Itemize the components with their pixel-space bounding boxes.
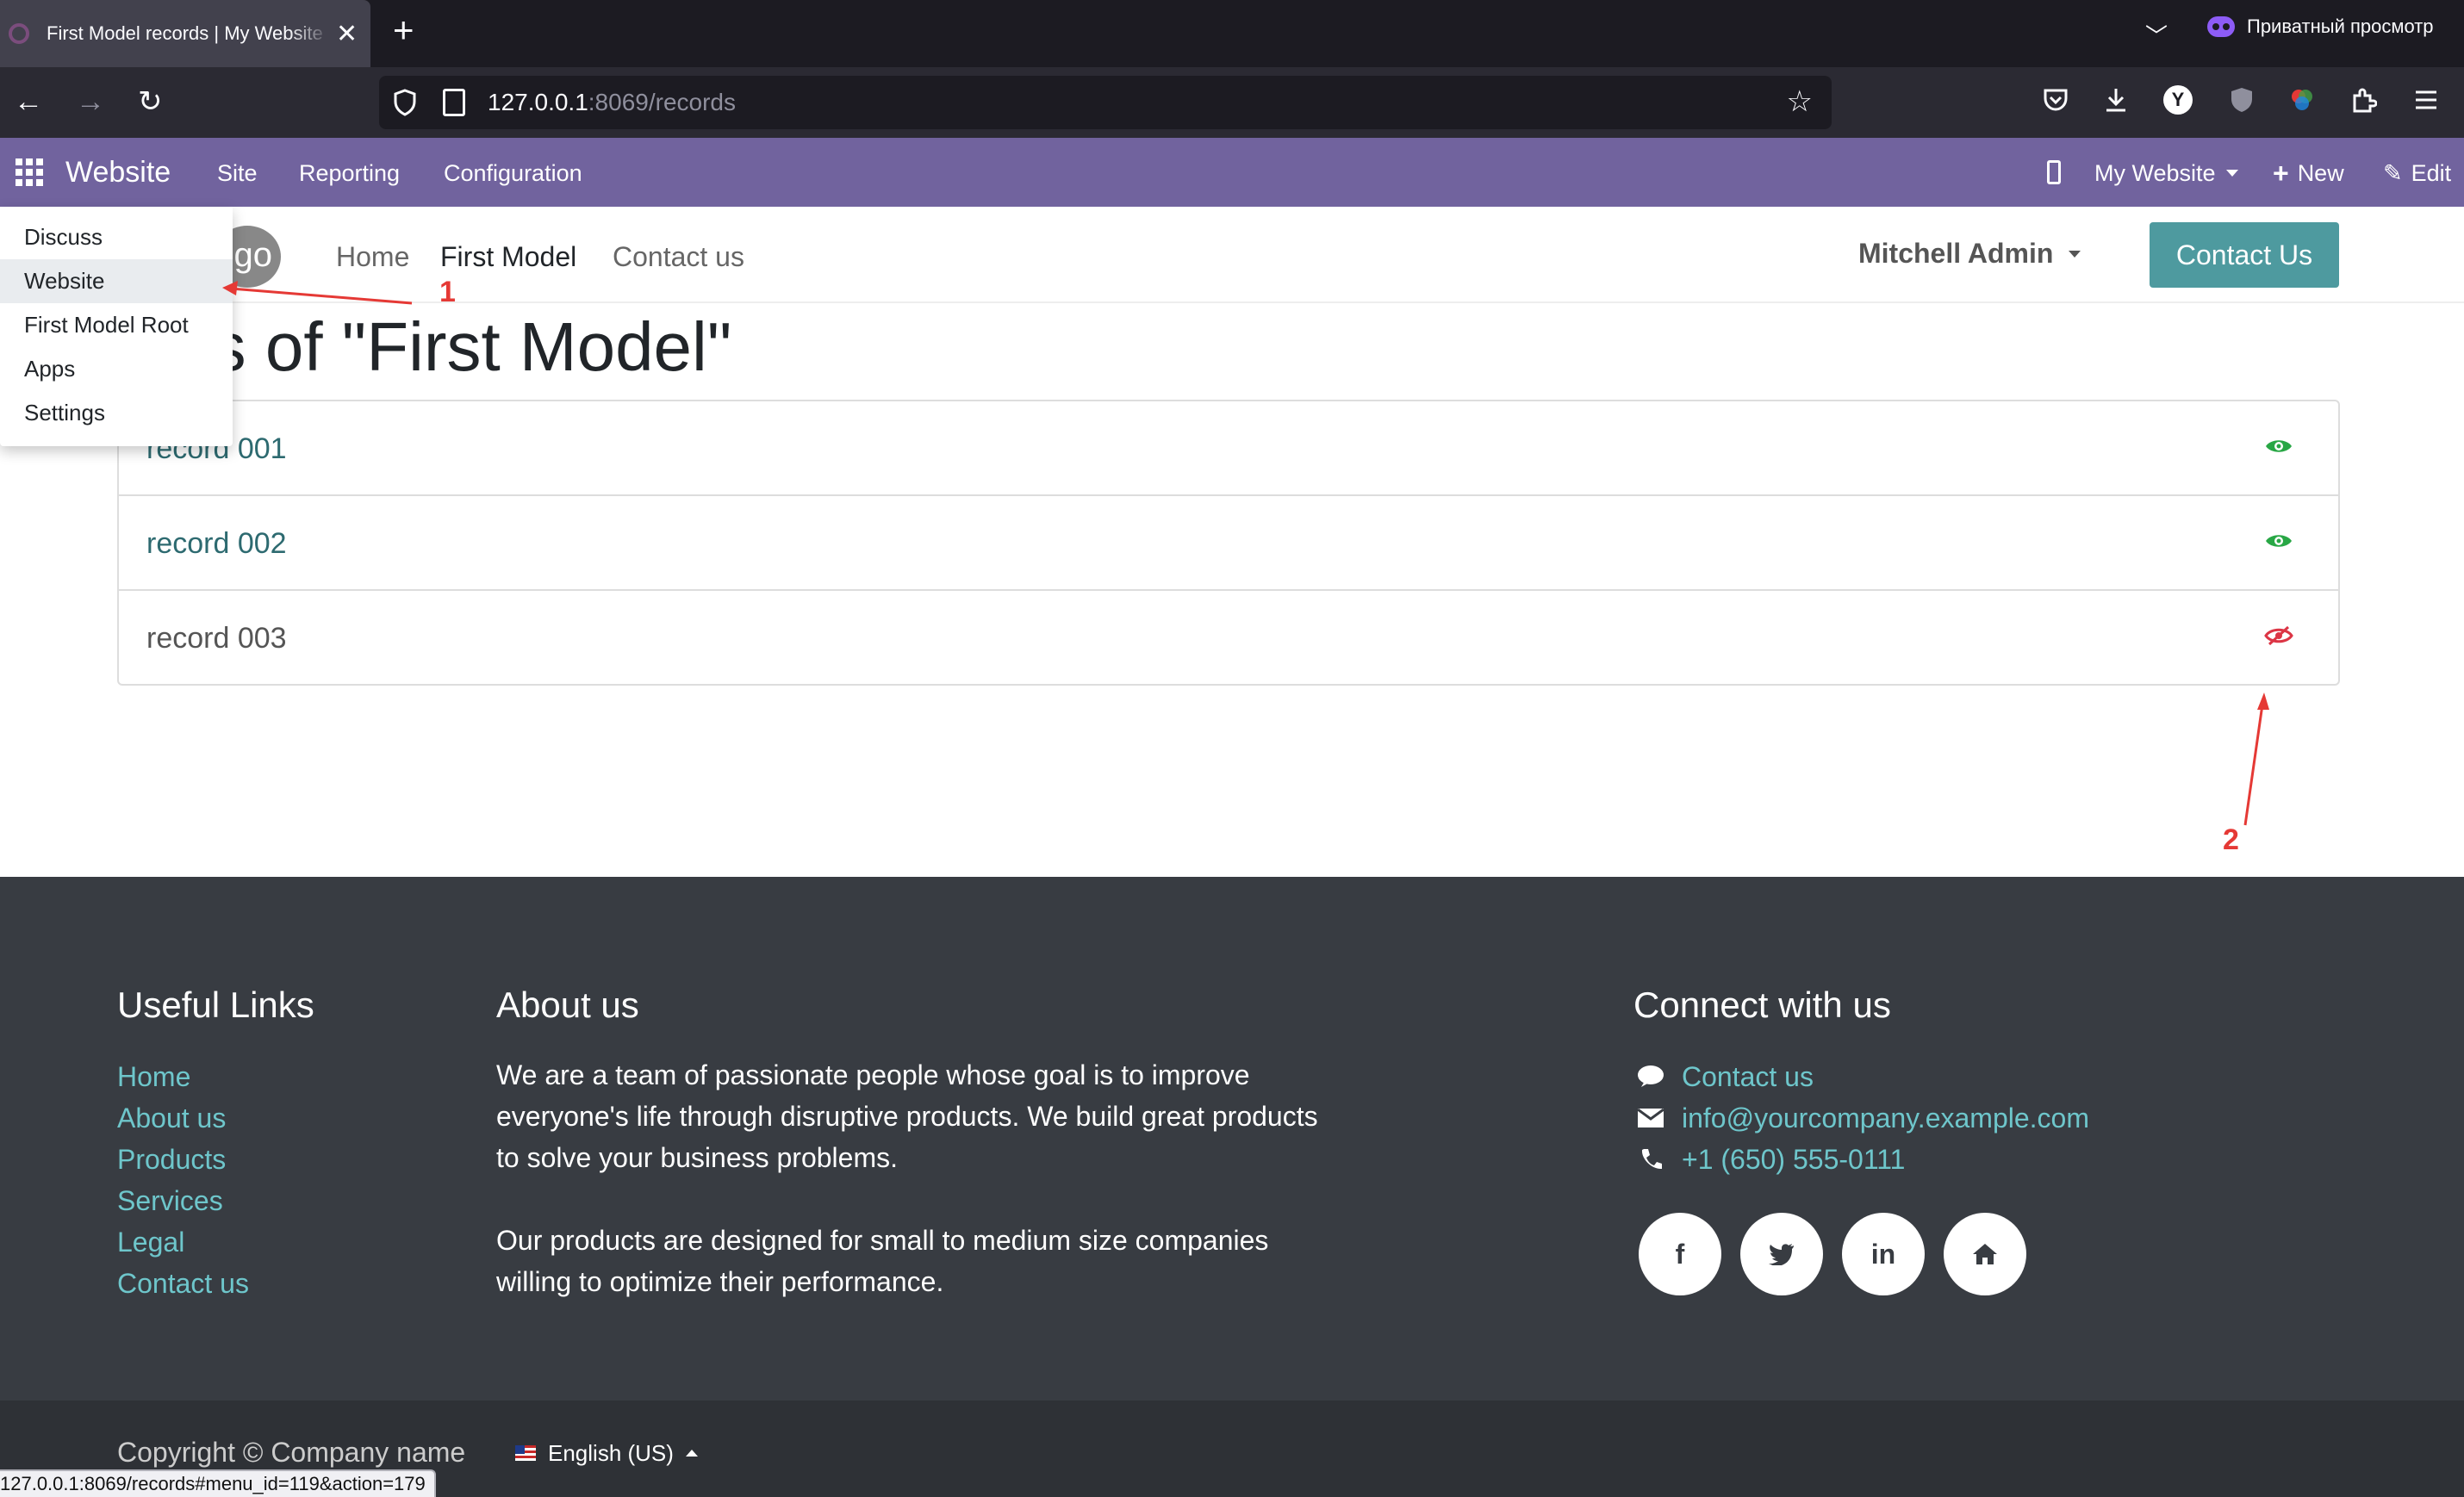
chevron-down-icon[interactable]: ﹀ [2145, 19, 2168, 51]
page-info-icon[interactable] [443, 89, 465, 116]
nav-home[interactable]: Home [336, 239, 409, 274]
footer-link-legal[interactable]: Legal [117, 1225, 184, 1259]
facebook-icon[interactable]: f [1639, 1213, 1721, 1295]
screen: First Model records | My Website ✕ + ﹀ П… [0, 0, 2464, 1497]
private-browsing-indicator: Приватный просмотр [2207, 16, 2434, 38]
caret-down-icon [2225, 170, 2238, 177]
dropdown-item-apps[interactable]: Apps [0, 347, 233, 391]
bookmark-star-icon[interactable]: ☆ [1787, 86, 1813, 117]
dropdown-item-website[interactable]: Website [0, 259, 233, 303]
about-paragraph-2: Our products are designed for small to m… [496, 1225, 1269, 1297]
us-flag-icon [515, 1445, 536, 1461]
odoo-menu-site[interactable]: Site [217, 160, 258, 186]
comment-icon [1633, 1059, 1668, 1094]
private-browsing-label: Приватный просмотр [2247, 16, 2434, 37]
footer-link-services[interactable]: Services [117, 1183, 223, 1218]
published-eye-icon[interactable] [2264, 531, 2293, 551]
mobile-preview-icon[interactable] [2047, 160, 2061, 184]
browser-tab[interactable]: First Model records | My Website ✕ [0, 0, 370, 67]
nav-first-model[interactable]: First Model [440, 239, 576, 274]
tab-title: First Model records | My Website [47, 22, 323, 44]
annotation-number-1: 1 [439, 276, 456, 308]
twitter-icon[interactable] [1740, 1213, 1823, 1295]
footer-contact-us-link[interactable]: Contact us [1682, 1059, 1814, 1094]
pencil-icon: ✎ [2383, 160, 2403, 186]
site-footer: Useful Links Home About us Products Serv… [0, 877, 2464, 1401]
dropdown-item-settings[interactable]: Settings [0, 391, 233, 435]
user-menu[interactable]: Mitchell Admin [1858, 238, 2081, 270]
forward-arrow-icon[interactable]: → [76, 84, 105, 119]
linkedin-icon[interactable]: in [1842, 1213, 1925, 1295]
hamburger-menu-icon[interactable] [2409, 83, 2443, 117]
browser-tab-strip: First Model records | My Website ✕ + ﹀ П… [0, 0, 2464, 67]
caret-down-icon [2069, 250, 2081, 258]
useful-links-heading: Useful Links [117, 985, 314, 1025]
footer-phone-link[interactable]: +1 (650) 555-0111 [1682, 1142, 1905, 1177]
language-selector[interactable]: English (US) [515, 1438, 698, 1468]
back-arrow-icon[interactable]: ← [14, 84, 43, 119]
ublock-extension-icon[interactable] [2224, 83, 2259, 117]
color-extension-icon[interactable] [2285, 83, 2319, 117]
phone-icon [1633, 1142, 1668, 1177]
site-header: go Home First Model Contact us Mitchell … [0, 207, 2464, 303]
footer-link-about-us[interactable]: About us [117, 1101, 226, 1135]
reload-icon[interactable]: ↻ [138, 84, 163, 119]
url-text[interactable]: 127.0.0.1:8069/records [488, 89, 736, 116]
new-tab-icon[interactable]: + [393, 12, 414, 48]
odoo-menu-reporting[interactable]: Reporting [299, 160, 400, 186]
list-item: record 001 [119, 401, 2338, 496]
footer-link-products[interactable]: Products [117, 1142, 226, 1177]
nav-contact-us[interactable]: Contact us [613, 239, 744, 274]
envelope-icon [1633, 1101, 1668, 1135]
new-button[interactable]: + New [2273, 158, 2344, 189]
list-item: record 002 [119, 496, 2338, 591]
footer-link-contact-us[interactable]: Contact us [117, 1266, 249, 1301]
caret-up-icon [685, 1450, 698, 1457]
home-icon[interactable] [1944, 1213, 2026, 1295]
odoo-favicon-icon [9, 23, 29, 44]
yandex-extension-icon[interactable]: Y [2161, 83, 2195, 117]
private-mask-icon [2207, 16, 2235, 37]
status-url-tooltip: 127.0.0.1:8069/records#menu_id=119&actio… [0, 1469, 436, 1497]
record-link[interactable]: record 003 [146, 620, 287, 656]
connect-heading: Connect with us [1633, 985, 1891, 1025]
address-bar[interactable]: 127.0.0.1:8069/records ☆ [379, 76, 1832, 129]
copyright-text: Copyright © Company name [117, 1437, 466, 1468]
record-link[interactable]: record 002 [146, 525, 287, 562]
dropdown-item-first-model-root[interactable]: First Model Root [0, 303, 233, 347]
records-list: record 001 record 002 record 003 [117, 400, 2340, 686]
unpublished-eye-slash-icon[interactable] [2264, 625, 2293, 646]
odoo-app-brand[interactable]: Website [65, 153, 171, 191]
browser-navigation-bar: ← → ↻ 127.0.0.1:8069/records ☆ [0, 67, 2464, 138]
list-item: record 003 [119, 591, 2338, 686]
annotation-number-2: 2 [2223, 823, 2239, 856]
tracking-shield-icon[interactable] [391, 88, 419, 117]
plus-icon: + [2273, 158, 2289, 189]
about-paragraph-1: We are a team of passionate people whose… [496, 1059, 1318, 1173]
website-selector[interactable]: My Website [2094, 160, 2238, 186]
odoo-top-bar: Website Site Reporting Configuration My … [0, 138, 2464, 207]
contact-us-button[interactable]: Contact Us [2150, 222, 2339, 288]
dropdown-item-discuss[interactable]: Discuss [0, 215, 233, 259]
published-eye-icon[interactable] [2264, 436, 2293, 457]
apps-grid-icon[interactable] [16, 158, 43, 186]
pocket-icon[interactable] [2038, 83, 2073, 117]
footer-link-home[interactable]: Home [117, 1059, 190, 1094]
close-tab-icon[interactable]: ✕ [336, 19, 358, 49]
downloads-icon[interactable] [2099, 83, 2133, 117]
extensions-puzzle-icon[interactable] [2347, 83, 2381, 117]
about-us-heading: About us [496, 985, 639, 1025]
footer-email-link[interactable]: info@yourcompany.example.com [1682, 1101, 2089, 1135]
apps-dropdown-menu: Discuss Website First Model Root Apps Se… [0, 207, 233, 446]
edit-button[interactable]: ✎ Edit [2383, 160, 2451, 186]
odoo-menu-configuration[interactable]: Configuration [444, 160, 582, 186]
